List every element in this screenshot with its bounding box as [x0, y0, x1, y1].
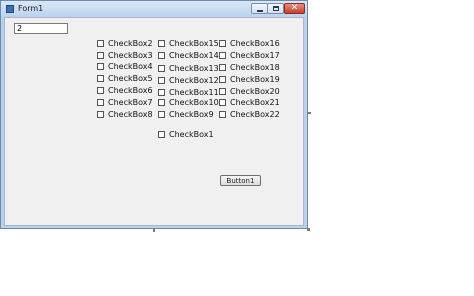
button-1[interactable]: Button1 — [220, 175, 261, 186]
checkbox-15[interactable]: CheckBox15 — [158, 38, 219, 48]
checkbox-box[interactable] — [97, 62, 104, 70]
checkbox-10[interactable]: CheckBox10 — [158, 97, 219, 107]
checkbox-19[interactable]: CheckBox19 — [219, 74, 280, 84]
checkbox-label: CheckBox6 — [108, 85, 153, 95]
checkbox-label: CheckBox18 — [230, 62, 280, 72]
checkbox-6[interactable]: CheckBox6 — [97, 85, 153, 95]
checkbox-box[interactable] — [219, 75, 226, 83]
checkbox-label: CheckBox13 — [169, 63, 219, 73]
checkbox-box[interactable] — [158, 39, 165, 47]
close-icon: ✕ — [290, 3, 299, 13]
checkbox-1[interactable]: CheckBox1 — [158, 129, 214, 139]
checkbox-label: CheckBox16 — [230, 38, 280, 48]
checkbox-17[interactable]: CheckBox17 — [219, 50, 280, 60]
checkbox-box[interactable] — [97, 110, 104, 118]
checkbox-box[interactable] — [97, 51, 104, 59]
checkbox-box[interactable] — [158, 88, 165, 96]
checkbox-20[interactable]: CheckBox20 — [219, 86, 280, 96]
checkbox-7[interactable]: CheckBox7 — [97, 97, 153, 107]
checkbox-12[interactable]: CheckBox12 — [158, 75, 219, 85]
checkbox-label: CheckBox17 — [230, 50, 280, 60]
checkbox-box[interactable] — [97, 86, 104, 94]
checkbox-box[interactable] — [158, 64, 165, 72]
checkbox-label: CheckBox21 — [230, 97, 280, 107]
checkbox-box[interactable] — [97, 39, 104, 47]
checkbox-13[interactable]: CheckBox13 — [158, 63, 219, 73]
checkbox-label: CheckBox9 — [169, 109, 214, 119]
maximize-button[interactable] — [267, 3, 284, 14]
checkbox-2[interactable]: CheckBox2 — [97, 38, 153, 48]
maximize-icon — [272, 6, 279, 11]
app-icon — [6, 5, 14, 13]
checkbox-16[interactable]: CheckBox16 — [219, 38, 280, 48]
checkbox-box[interactable] — [97, 74, 104, 82]
checkbox-box[interactable] — [219, 110, 226, 118]
form-client-area: CheckBox2 CheckBox3 CheckBox4 CheckBox5 … — [4, 17, 304, 226]
checkbox-label: CheckBox12 — [169, 75, 219, 85]
checkbox-box[interactable] — [219, 51, 226, 59]
checkbox-label: CheckBox11 — [169, 87, 219, 97]
checkbox-label: CheckBox10 — [169, 97, 219, 107]
resize-handle-bottom[interactable] — [153, 228, 155, 232]
checkbox-label: CheckBox3 — [108, 50, 153, 60]
checkbox-box[interactable] — [219, 87, 226, 95]
checkbox-8[interactable]: CheckBox8 — [97, 109, 153, 119]
resize-handle-corner[interactable] — [307, 228, 310, 231]
checkbox-box[interactable] — [219, 98, 226, 106]
form-window: Form1 ✕ CheckBox2 CheckBox3 CheckBox4 Ch… — [0, 0, 308, 229]
checkbox-label: CheckBox5 — [108, 73, 153, 83]
checkbox-4[interactable]: CheckBox4 — [97, 61, 153, 71]
checkbox-label: CheckBox2 — [108, 38, 153, 48]
checkbox-11[interactable]: CheckBox11 — [158, 87, 219, 97]
checkbox-label: CheckBox19 — [230, 74, 280, 84]
title-bar[interactable]: Form1 ✕ — [1, 1, 307, 17]
minimize-button[interactable] — [251, 3, 268, 14]
checkbox-label: CheckBox4 — [108, 61, 153, 71]
checkbox-box[interactable] — [219, 39, 226, 47]
checkbox-box[interactable] — [158, 98, 165, 106]
checkbox-box[interactable] — [219, 63, 226, 71]
close-button[interactable]: ✕ — [284, 3, 305, 14]
resize-handle-right[interactable] — [307, 112, 311, 114]
checkbox-box[interactable] — [97, 98, 104, 106]
checkbox-21[interactable]: CheckBox21 — [219, 97, 280, 107]
checkbox-14[interactable]: CheckBox14 — [158, 50, 219, 60]
checkbox-label: CheckBox15 — [169, 38, 219, 48]
checkbox-22[interactable]: CheckBox22 — [219, 109, 280, 119]
checkbox-label: CheckBox8 — [108, 109, 153, 119]
minimize-icon — [256, 9, 263, 12]
checkbox-box[interactable] — [158, 51, 165, 59]
checkbox-box[interactable] — [158, 76, 165, 84]
checkbox-18[interactable]: CheckBox18 — [219, 62, 280, 72]
checkbox-9[interactable]: CheckBox9 — [158, 109, 214, 119]
checkbox-5[interactable]: CheckBox5 — [97, 73, 153, 83]
checkbox-label: CheckBox1 — [169, 129, 214, 139]
checkbox-3[interactable]: CheckBox3 — [97, 50, 153, 60]
checkbox-label: CheckBox20 — [230, 86, 280, 96]
checkbox-box[interactable] — [158, 110, 165, 118]
window-title: Form1 — [18, 4, 44, 13]
checkbox-label: CheckBox7 — [108, 97, 153, 107]
checkbox-label: CheckBox22 — [230, 109, 280, 119]
checkbox-label: CheckBox14 — [169, 50, 219, 60]
checkbox-box[interactable] — [158, 130, 165, 138]
text-input[interactable] — [14, 23, 68, 34]
